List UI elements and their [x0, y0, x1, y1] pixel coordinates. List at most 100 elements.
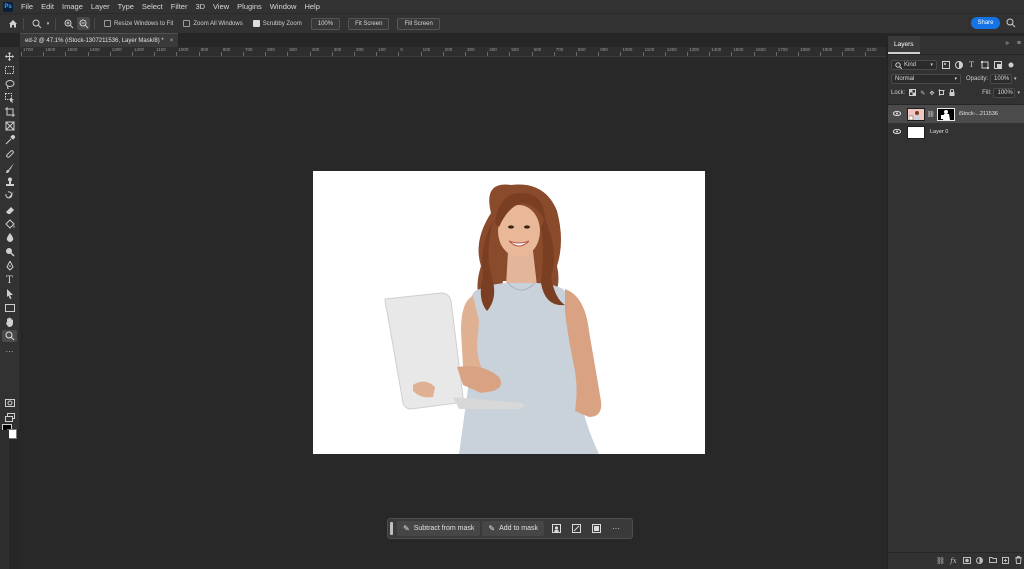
- zoom-in-icon[interactable]: [62, 17, 75, 30]
- menu-view[interactable]: View: [209, 2, 233, 11]
- chain-link-icon[interactable]: ⛓: [927, 111, 935, 118]
- type-filter-icon[interactable]: T: [967, 61, 976, 70]
- tools-panel: T ···: [0, 47, 20, 439]
- fill-field[interactable]: 100%: [993, 88, 1016, 98]
- lock-position-icon[interactable]: ✥: [929, 90, 934, 97]
- menu-help[interactable]: Help: [300, 2, 323, 11]
- lasso-icon[interactable]: [2, 78, 17, 90]
- delete-layer-icon[interactable]: [1012, 556, 1024, 566]
- move-icon[interactable]: [2, 50, 17, 62]
- checkbox-box: [104, 20, 111, 27]
- document-canvas[interactable]: [313, 171, 705, 454]
- lock-artboard-icon[interactable]: [938, 88, 946, 98]
- hand-icon[interactable]: [2, 316, 17, 328]
- menu-layer[interactable]: Layer: [87, 2, 114, 11]
- document-tab[interactable]: ed-2 @ 47.1% (iStock-1307211536, Layer M…: [20, 33, 179, 48]
- menu-select[interactable]: Select: [138, 2, 167, 11]
- more-options-icon[interactable]: ···: [607, 521, 625, 536]
- clone-stamp-icon[interactable]: [2, 176, 17, 188]
- drag-handle[interactable]: [390, 522, 393, 535]
- blend-mode-select[interactable]: Normal ▾: [891, 74, 961, 84]
- adjustment-layer-icon[interactable]: [973, 556, 986, 566]
- zoom-out-icon[interactable]: [77, 17, 90, 30]
- share-button[interactable]: Share: [971, 17, 1000, 29]
- zoom-100-button[interactable]: 100%: [310, 17, 341, 30]
- mask-options-icon[interactable]: [587, 521, 605, 536]
- eyedropper-icon[interactable]: [2, 134, 17, 146]
- pixel-filter-icon[interactable]: [941, 61, 950, 70]
- menu-file[interactable]: File: [17, 2, 37, 11]
- new-group-icon[interactable]: [986, 557, 999, 565]
- select-subject-icon[interactable]: [547, 521, 565, 536]
- resize-windows-checkbox[interactable]: Resize Windows to Fit: [104, 20, 173, 27]
- menu-edit[interactable]: Edit: [37, 2, 58, 11]
- invert-mask-icon[interactable]: [567, 521, 585, 536]
- paint-bucket-icon[interactable]: [2, 218, 17, 230]
- history-brush-icon[interactable]: [2, 190, 17, 202]
- scrubby-zoom-checkbox[interactable]: Scrubby Zoom: [252, 20, 302, 27]
- zoom-tool-preset-icon[interactable]: [30, 17, 43, 30]
- layer-mask-thumbnail[interactable]: [936, 107, 955, 121]
- brush-icon[interactable]: [2, 162, 17, 174]
- add-to-mask-button[interactable]: ✎ Add to mask: [482, 521, 545, 536]
- new-layer-icon[interactable]: [999, 556, 1012, 566]
- zoom-all-windows-checkbox[interactable]: Zoom All Windows: [183, 20, 243, 27]
- home-icon[interactable]: [6, 17, 19, 30]
- menu-3d[interactable]: 3D: [191, 2, 209, 11]
- filter-kind-label: Kind: [904, 62, 917, 68]
- menu-type[interactable]: Type: [114, 2, 138, 11]
- lock-transparent-icon[interactable]: [909, 88, 917, 98]
- rectangle-icon[interactable]: [2, 302, 17, 314]
- layer-style-fx-icon[interactable]: fx: [947, 557, 960, 565]
- lock-brush-icon[interactable]: ✎: [920, 90, 925, 97]
- menu-plugins[interactable]: Plugins: [233, 2, 266, 11]
- filter-kind-select[interactable]: Kind ▾: [891, 60, 937, 70]
- layer-thumbnail: [907, 107, 925, 121]
- layer-row-layer-0[interactable]: Layer 0: [888, 123, 1024, 141]
- crop-icon[interactable]: [2, 106, 17, 118]
- portrait-photo: [384, 184, 602, 454]
- ruler-tick-label: 800: [578, 47, 586, 52]
- fit-screen-button[interactable]: Fit Screen: [348, 17, 390, 30]
- more-tools-icon[interactable]: ···: [2, 345, 17, 357]
- marquee-icon[interactable]: [2, 64, 17, 76]
- healing-brush-icon[interactable]: [2, 148, 17, 160]
- blur-icon[interactable]: [2, 232, 17, 244]
- smart-object-filter-icon[interactable]: [993, 61, 1002, 70]
- visibility-eye-icon[interactable]: [891, 128, 903, 136]
- screen-mode-icon[interactable]: [2, 411, 17, 423]
- quick-mask-icon[interactable]: [2, 397, 17, 409]
- collapse-panel-icon[interactable]: »: [1005, 40, 1009, 47]
- filter-toggle-icon[interactable]: [1006, 61, 1015, 70]
- dodge-icon[interactable]: [2, 246, 17, 258]
- add-mask-icon[interactable]: [960, 556, 973, 566]
- menu-window[interactable]: Window: [266, 2, 301, 11]
- zoom-icon[interactable]: [2, 330, 17, 342]
- menu-image[interactable]: Image: [58, 2, 87, 11]
- panel-menu-icon[interactable]: ≡: [1017, 40, 1021, 47]
- close-icon[interactable]: ×: [170, 38, 174, 44]
- link-layers-icon[interactable]: ⛓: [934, 557, 947, 565]
- fill-screen-button[interactable]: Fill Screen: [397, 17, 440, 30]
- opacity-field[interactable]: 100%: [990, 74, 1013, 84]
- chevron-down-icon[interactable]: ▾: [45, 17, 51, 30]
- menu-filter[interactable]: Filter: [167, 2, 192, 11]
- lock-all-icon[interactable]: [949, 88, 955, 98]
- layer-row-istock[interactable]: ⛓ iStock-...211536: [888, 105, 1024, 123]
- frame-icon[interactable]: [2, 120, 17, 132]
- object-select-icon[interactable]: [2, 92, 17, 104]
- tab-layers[interactable]: Layers: [888, 36, 920, 54]
- path-select-icon[interactable]: [2, 288, 17, 300]
- type-icon[interactable]: T: [2, 274, 17, 286]
- ruler-tick: [775, 52, 777, 56]
- ruler-tick: [154, 52, 156, 56]
- chevron-down-icon[interactable]: ▾: [1017, 90, 1020, 96]
- chevron-down-icon[interactable]: ▾: [1014, 76, 1017, 82]
- adjustment-filter-icon[interactable]: [954, 61, 963, 70]
- search-icon[interactable]: [1005, 17, 1017, 29]
- visibility-eye-icon[interactable]: [891, 110, 903, 118]
- pen-icon[interactable]: [2, 260, 17, 272]
- subtract-from-mask-button[interactable]: ✎ Subtract from mask: [397, 521, 481, 536]
- shape-filter-icon[interactable]: [980, 61, 989, 70]
- eraser-icon[interactable]: [2, 204, 17, 216]
